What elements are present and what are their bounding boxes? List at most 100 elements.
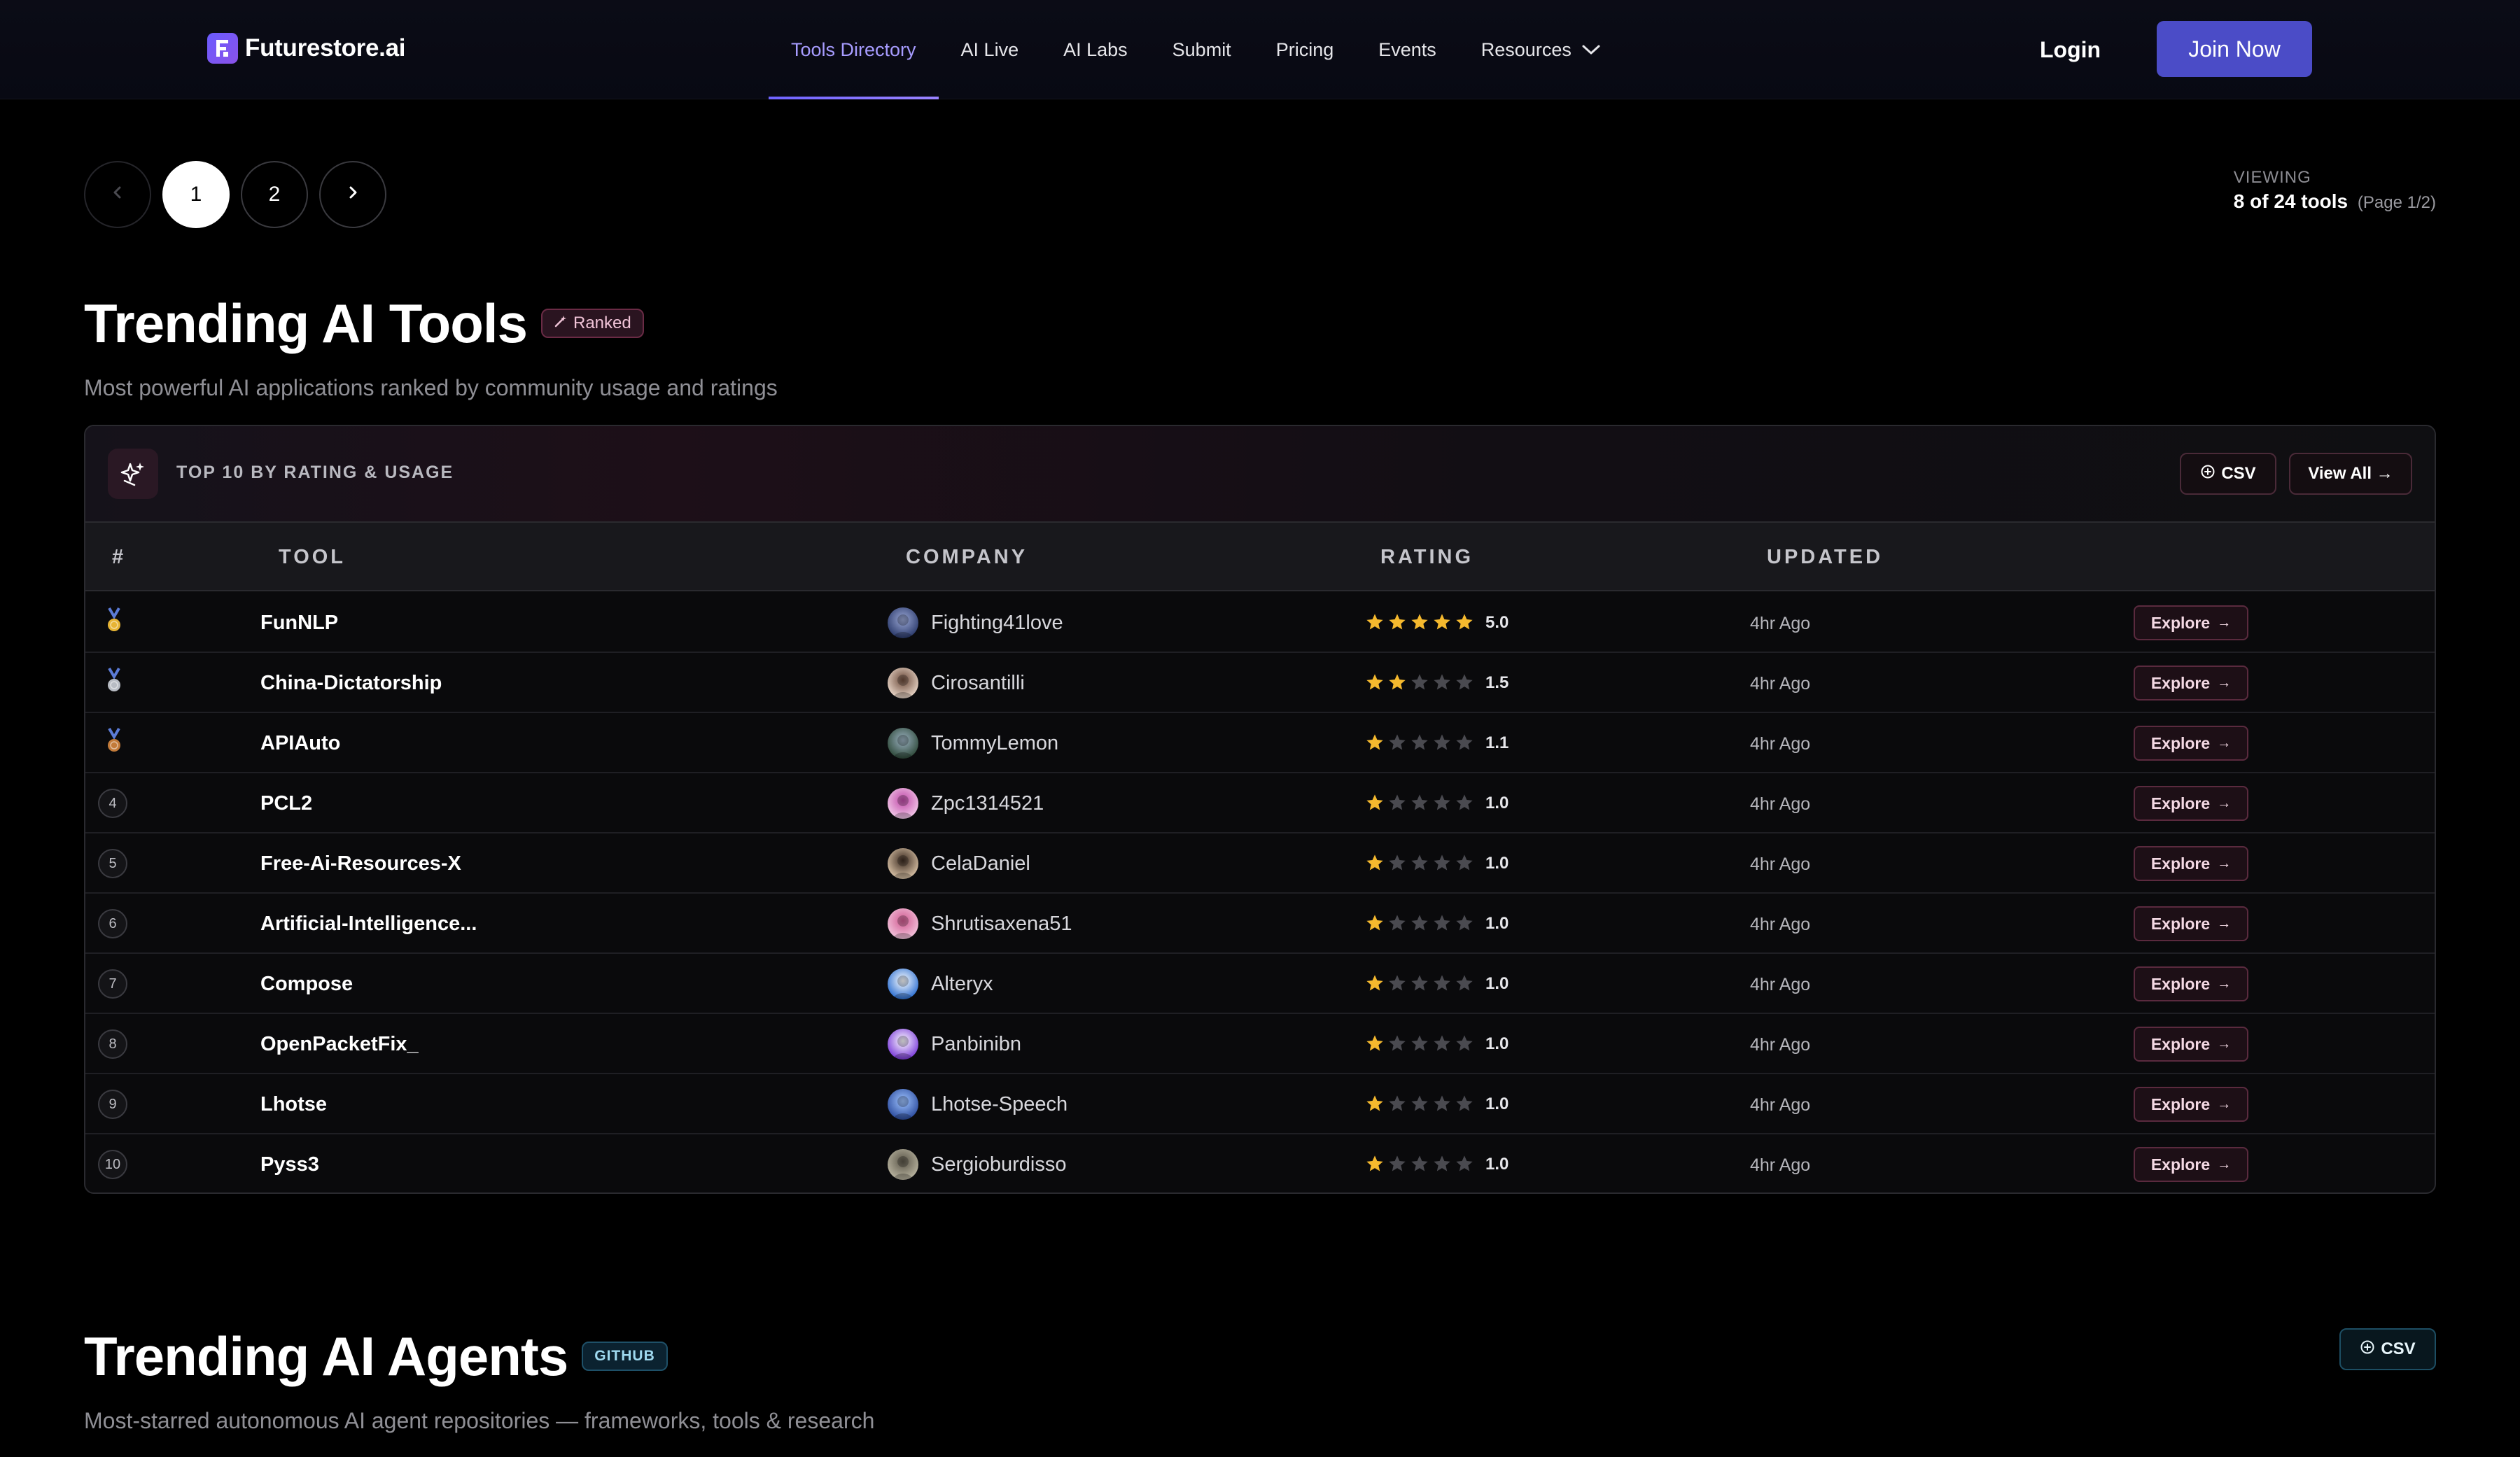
nav-tools-directory[interactable]: Tools Directory — [769, 0, 939, 99]
avatar — [888, 668, 918, 698]
star-icon — [1411, 1155, 1428, 1171]
agents-csv-button[interactable]: CSV — [2339, 1328, 2436, 1370]
tool-name[interactable]: FunNLP — [260, 593, 338, 653]
avatar — [888, 607, 918, 638]
star-icon — [1389, 915, 1406, 931]
logo-text: Futurestore.ai — [245, 34, 406, 62]
arrow-right-icon: → — [2217, 1156, 2232, 1172]
explore-label: Explore — [2150, 1155, 2211, 1174]
rating-value: 1.0 — [1485, 1155, 1509, 1174]
tool-name[interactable]: PCL2 — [260, 773, 312, 833]
updated-time: 4hr Ago — [1750, 794, 1811, 814]
explore-button[interactable]: Explore → — [2134, 1087, 2248, 1122]
card-title: TOP 10 BY RATING & USAGE — [176, 463, 454, 482]
star-icon — [1411, 1035, 1428, 1051]
rating-value: 1.1 — [1485, 733, 1509, 752]
rating-stars — [1365, 913, 1474, 934]
table-row[interactable]: FunNLP Fighting41love 5.0 4hr Ago Explor… — [85, 593, 2435, 653]
github-badge: GITHUB — [582, 1342, 668, 1371]
star-icon — [1366, 794, 1383, 810]
table-row[interactable]: 5 Free-Ai-Resources-X CelaDaniel 1.0 4hr… — [85, 833, 2435, 894]
explore-label: Explore — [2150, 1034, 2211, 1053]
viewing-count: 8 of 24 tools — [2233, 190, 2348, 212]
updated-time: 4hr Ago — [1750, 1155, 1811, 1175]
tool-name[interactable]: China-Dictatorship — [260, 653, 442, 713]
viewing-summary: VIEWING 8 of 24 tools (Page 1/2) — [2234, 168, 2436, 213]
star-icon — [1389, 975, 1406, 991]
explore-button[interactable]: Explore → — [2134, 966, 2248, 1001]
rating-value: 1.0 — [1485, 1094, 1509, 1113]
csv-export-button[interactable]: CSV — [2180, 453, 2276, 495]
tool-name[interactable]: OpenPacketFix_ — [260, 1014, 419, 1074]
rank-badge: 6 — [98, 909, 127, 938]
star-icon — [1434, 794, 1450, 810]
table-row[interactable]: APIAuto TommyLemon 1.1 4hr Ago Explore → — [85, 713, 2435, 773]
explore-label: Explore — [2150, 914, 2211, 933]
star-icon — [1456, 734, 1473, 750]
nav-ai-live[interactable]: AI Live — [939, 0, 1042, 99]
nav-ai-labs[interactable]: AI Labs — [1041, 0, 1150, 99]
star-icon — [1366, 975, 1383, 991]
company-name: Lhotse-Speech — [931, 1093, 1068, 1115]
explore-button[interactable]: Explore → — [2134, 846, 2248, 881]
join-now-button[interactable]: Join Now — [2157, 21, 2312, 77]
table-row[interactable]: 8 OpenPacketFix_ Panbinibn 1.0 4hr Ago E… — [85, 1014, 2435, 1074]
prev-page-button[interactable] — [84, 161, 151, 228]
logo-icon — [207, 33, 238, 64]
nav-resources[interactable]: Resources — [1459, 0, 1623, 99]
table-row[interactable]: 9 Lhotse Lhotse-Speech 1.0 4hr Ago Explo… — [85, 1074, 2435, 1134]
star-icon — [1366, 1035, 1383, 1051]
explore-button[interactable]: Explore → — [2134, 906, 2248, 941]
table-row[interactable]: 10 Pyss3 Sergioburdisso 1.0 4hr Ago Expl… — [85, 1134, 2435, 1192]
explore-button[interactable]: Explore → — [2134, 1027, 2248, 1062]
logo[interactable]: Futurestore.ai — [207, 32, 405, 64]
rank-badge: 4 — [98, 789, 127, 818]
rating-stars — [1365, 1094, 1474, 1115]
nav-submit[interactable]: Submit — [1150, 0, 1254, 99]
arrow-right-icon: → — [2217, 976, 2232, 992]
arrow-right-icon: → — [2217, 1036, 2232, 1052]
table-row[interactable]: 7 Compose Alteryx 1.0 4hr Ago Explore → — [85, 954, 2435, 1014]
nav-label: Tools Directory — [791, 38, 916, 60]
explore-button[interactable]: Explore → — [2134, 605, 2248, 640]
tool-name[interactable]: Compose — [260, 954, 353, 1014]
explore-button[interactable]: Explore → — [2134, 666, 2248, 701]
star-icon — [1389, 614, 1406, 630]
table-row[interactable]: China-Dictatorship Cirosantilli 1.5 4hr … — [85, 653, 2435, 713]
nav-label: AI Labs — [1063, 38, 1128, 60]
tool-name[interactable]: Lhotse — [260, 1074, 327, 1134]
star-icon — [1456, 854, 1473, 871]
agents-csv-label: CSV — [2381, 1339, 2416, 1358]
nav-events[interactable]: Events — [1356, 0, 1459, 99]
explore-button[interactable]: Explore → — [2134, 786, 2248, 821]
explore-button[interactable]: Explore → — [2134, 726, 2248, 761]
rank-badge: 10 — [98, 1150, 127, 1179]
ranked-badge: Ranked — [540, 309, 644, 338]
medal-icon — [99, 667, 129, 698]
table-row[interactable]: 6 Artificial-Intelligence... Shrutisaxen… — [85, 894, 2435, 954]
tool-name[interactable]: Free-Ai-Resources-X — [260, 833, 461, 894]
company-name: Cirosantilli — [931, 672, 1025, 694]
login-link[interactable]: Login — [2040, 32, 2101, 67]
star-icon — [1366, 915, 1383, 931]
page-1-button[interactable]: 1 — [162, 161, 230, 228]
star-icon — [1389, 794, 1406, 810]
view-all-button[interactable]: View All → — [2289, 453, 2412, 495]
chevron-down-icon — [1581, 39, 1601, 61]
arrow-right-icon: → — [2217, 855, 2232, 871]
plus-circle-icon — [2360, 1339, 2381, 1360]
arrow-right-icon: → — [2217, 795, 2232, 811]
tool-name[interactable]: Artificial-Intelligence... — [260, 894, 477, 954]
tool-name[interactable]: Pyss3 — [260, 1134, 319, 1192]
explore-label: Explore — [2150, 733, 2211, 752]
rating-value: 5.0 — [1485, 613, 1509, 632]
nav-pricing[interactable]: Pricing — [1254, 0, 1357, 99]
rating-stars — [1365, 733, 1474, 754]
tool-name[interactable]: APIAuto — [260, 713, 340, 773]
next-page-button[interactable] — [319, 161, 386, 228]
page-2-button[interactable]: 2 — [241, 161, 308, 228]
table-row[interactable]: 4 PCL2 Zpc1314521 1.0 4hr Ago Explore → — [85, 773, 2435, 833]
star-icon — [1366, 1155, 1383, 1171]
star-icon — [1389, 1155, 1406, 1171]
explore-button[interactable]: Explore → — [2134, 1147, 2248, 1182]
